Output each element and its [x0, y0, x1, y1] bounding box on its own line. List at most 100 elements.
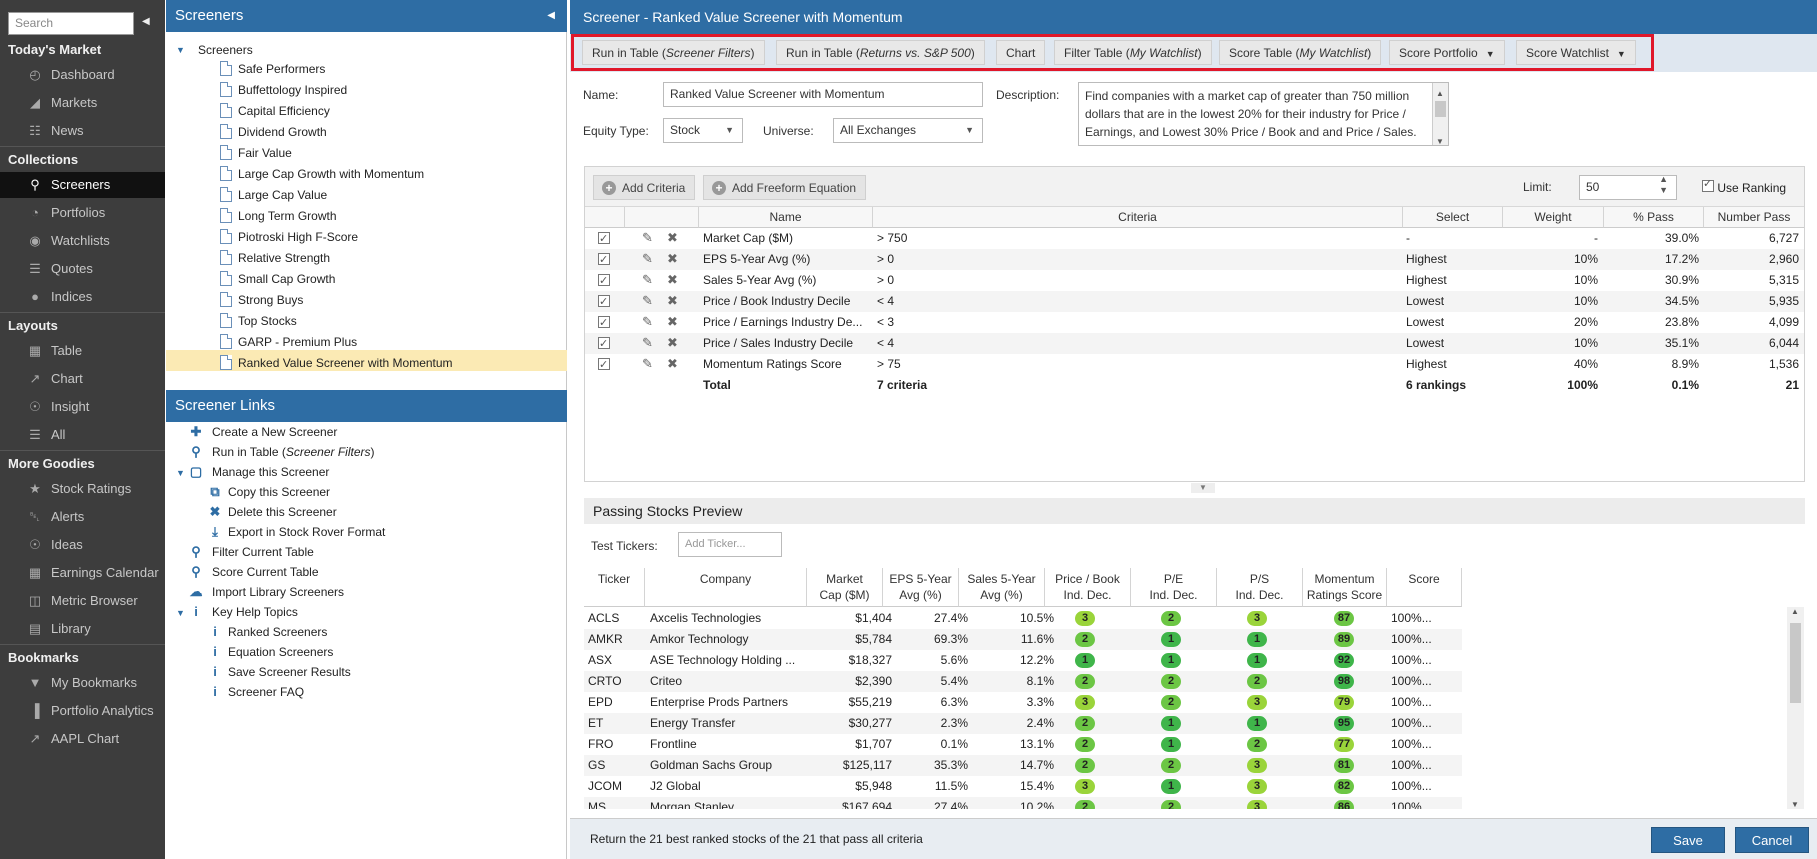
passing-scrollbar[interactable]: ▲ ▼: [1787, 607, 1804, 809]
run-in-table-link[interactable]: Run in Table (Screener Filters): [212, 442, 375, 462]
expand-icon[interactable]: ▼: [176, 45, 185, 55]
bookmark-icon: ▼: [28, 675, 42, 690]
nav-item-aapl-chart[interactable]: ↗ AAPL Chart: [0, 726, 165, 752]
search-input[interactable]: Search: [8, 12, 134, 35]
nav-item-earnings-calendar[interactable]: ▦ Earnings Calendar: [0, 560, 165, 586]
passing-row[interactable]: FRO Frontline $1,707 0.1% 13.1% 2 1 2 77 100%...: [584, 734, 1462, 755]
save-button[interactable]: Save: [1651, 827, 1725, 853]
rating-badge-pe: 1: [1161, 716, 1181, 731]
screener-item[interactable]: Top Stocks: [238, 311, 297, 331]
screener-item[interactable]: Small Cap Growth: [238, 269, 335, 289]
links-panel-header: Screener Links: [166, 390, 567, 422]
newspaper-icon: ☷: [29, 123, 41, 138]
document-icon: [220, 229, 232, 244]
passing-row[interactable]: MS Morgan Stanley $167,694 27.4% 10.2% 2 2 3 86 1…: [584, 797, 1462, 809]
score-current-table-link[interactable]: Score Current Table: [212, 562, 319, 582]
nav-item-my-bookmarks[interactable]: ▼ My Bookmarks: [0, 670, 165, 696]
nav-item-news[interactable]: ☷ News: [0, 118, 165, 144]
nav-item-ideas[interactable]: ☉ Ideas: [0, 532, 165, 558]
nav-item-stock-ratings[interactable]: ★ Stock Ratings: [0, 476, 165, 502]
ticker: EPD: [588, 695, 613, 709]
cloud-download-icon: ☁: [189, 584, 203, 599]
nav-item-indices[interactable]: ● Indices: [0, 284, 165, 310]
nav-item-dashboard[interactable]: ◴ Dashboard: [0, 62, 165, 88]
rating-badge-ps: 3: [1247, 779, 1267, 794]
help-topic-link[interactable]: Ranked Screeners: [228, 622, 327, 642]
rating-badge-ps: 2: [1247, 674, 1267, 689]
create-screener-link[interactable]: Create a New Screener: [212, 422, 337, 442]
manage-screener-item[interactable]: Manage this Screener: [212, 462, 329, 482]
nav-item-portfolio-analytics[interactable]: ▐ Portfolio Analytics: [0, 698, 165, 724]
nav-item-quotes[interactable]: ☰ Quotes: [0, 256, 165, 282]
market-cap: $167,694: [841, 800, 892, 809]
tree-root-screeners[interactable]: Screeners: [198, 40, 253, 60]
nav-item-label: Dashboard: [51, 67, 115, 82]
nav-item-metric-browser[interactable]: ◫ Metric Browser: [0, 588, 165, 614]
scroll-down-icon[interactable]: ▼: [1791, 800, 1799, 809]
screener-item[interactable]: Strong Buys: [238, 290, 303, 310]
scroll-up-icon[interactable]: ▲: [1791, 607, 1799, 616]
nav-item-library[interactable]: ▤ Library: [0, 616, 165, 642]
passing-row[interactable]: AMKR Amkor Technology $5,784 69.3% 11.6% 2 1 1 8…: [584, 629, 1462, 650]
nav-item-screeners[interactable]: ⚲ Screeners: [0, 172, 165, 198]
ticker: ASX: [588, 653, 613, 667]
help-topic-link[interactable]: Screener FAQ: [228, 682, 304, 702]
cancel-button[interactable]: Cancel: [1735, 827, 1809, 853]
nav-item-portfolios[interactable]: ◔ Portfolios: [0, 200, 165, 226]
passing-row[interactable]: ASX ASE Technology Holding ... $18,327 5.6%…: [584, 650, 1462, 671]
rating-badge-pb: 2: [1075, 758, 1095, 773]
screener-item[interactable]: Ranked Value Screener with Momentum: [238, 353, 453, 373]
passing-row[interactable]: ET Energy Transfer $30,277 2.3% 2.4% 2 1 1 95 100…: [584, 713, 1462, 734]
passing-row[interactable]: CRTO Criteo $2,390 5.4% 8.1% 2 2 2 98 100%...: [584, 671, 1462, 692]
rating-badge-pe: 2: [1161, 611, 1181, 626]
passing-row[interactable]: JCOM J2 Global $5,948 11.5% 15.4% 3 1 3 82 100%..…: [584, 776, 1462, 797]
help-topic-link[interactable]: Save Screener Results: [228, 662, 351, 682]
nav-item-insight[interactable]: ☉ Insight: [0, 394, 165, 420]
nav-item-label: Portfolio Analytics: [51, 703, 154, 718]
ticker: MS: [588, 800, 606, 809]
nav-item-alerts[interactable]: ␇ Alerts: [0, 504, 165, 530]
ticker: FRO: [588, 737, 614, 751]
delete-screener-link[interactable]: Delete this Screener: [228, 502, 337, 522]
filter-current-table-link[interactable]: Filter Current Table: [212, 542, 314, 562]
passing-row[interactable]: ACLS Axcelis Technologies $1,404 27.4% 10.5%…: [584, 608, 1462, 629]
collapse-nav-icon[interactable]: ◀: [142, 16, 150, 27]
collapse-panel-icon[interactable]: ◀: [547, 0, 555, 32]
screener-item[interactable]: Long Term Growth: [238, 206, 337, 226]
copy-screener-link[interactable]: Copy this Screener: [228, 482, 330, 502]
eps-avg: 69.3%: [933, 632, 968, 646]
score: 100%...: [1391, 779, 1432, 793]
copy-icon: ⧉: [210, 484, 220, 499]
screener-item[interactable]: GARP - Premium Plus: [238, 332, 357, 352]
screener-item[interactable]: Large Cap Value: [238, 185, 327, 205]
screener-item[interactable]: Fair Value: [238, 143, 292, 163]
company: Axcelis Technologies: [650, 611, 762, 625]
nav-item-label: News: [51, 123, 84, 138]
nav-item-chart[interactable]: ↗ Chart: [0, 366, 165, 392]
rating-badge-mom: 82: [1334, 779, 1354, 794]
help-topic-link[interactable]: Equation Screeners: [228, 642, 333, 662]
screener-item[interactable]: Buffettology Inspired: [238, 80, 347, 100]
market-cap: $1,707: [855, 737, 892, 751]
screener-item[interactable]: Piotroski High F-Score: [238, 227, 358, 247]
export-screener-link[interactable]: Export in Stock Rover Format: [228, 522, 385, 542]
help-topics-item[interactable]: Key Help Topics: [212, 602, 298, 622]
nav-section-title: Collections: [8, 152, 79, 167]
nav-item-all[interactable]: ☰ All: [0, 422, 165, 448]
screener-item[interactable]: Safe Performers: [238, 59, 325, 79]
screener-item[interactable]: Capital Efficiency: [238, 101, 330, 121]
passing-row[interactable]: GS Goldman Sachs Group $125,117 35.3% 14.7% 2…: [584, 755, 1462, 776]
nav-item-watchlists[interactable]: ◉ Watchlists: [0, 228, 165, 254]
screener-item[interactable]: Dividend Growth: [238, 122, 327, 142]
area-chart-icon: ◢: [30, 95, 40, 110]
nav-item-markets[interactable]: ◢ Markets: [0, 90, 165, 116]
expand-icon[interactable]: ▼: [176, 608, 185, 618]
score: 100%...: [1391, 695, 1432, 709]
screener-item[interactable]: Relative Strength: [238, 248, 330, 268]
scrollbar-thumb[interactable]: [1790, 623, 1801, 703]
expand-icon[interactable]: ▼: [176, 468, 185, 478]
nav-item-table[interactable]: ▦ Table: [0, 338, 165, 364]
screener-item[interactable]: Large Cap Growth with Momentum: [238, 164, 424, 184]
passing-row[interactable]: EPD Enterprise Prods Partners $55,219 6.3% 3…: [584, 692, 1462, 713]
import-library-link[interactable]: Import Library Screeners: [212, 582, 344, 602]
